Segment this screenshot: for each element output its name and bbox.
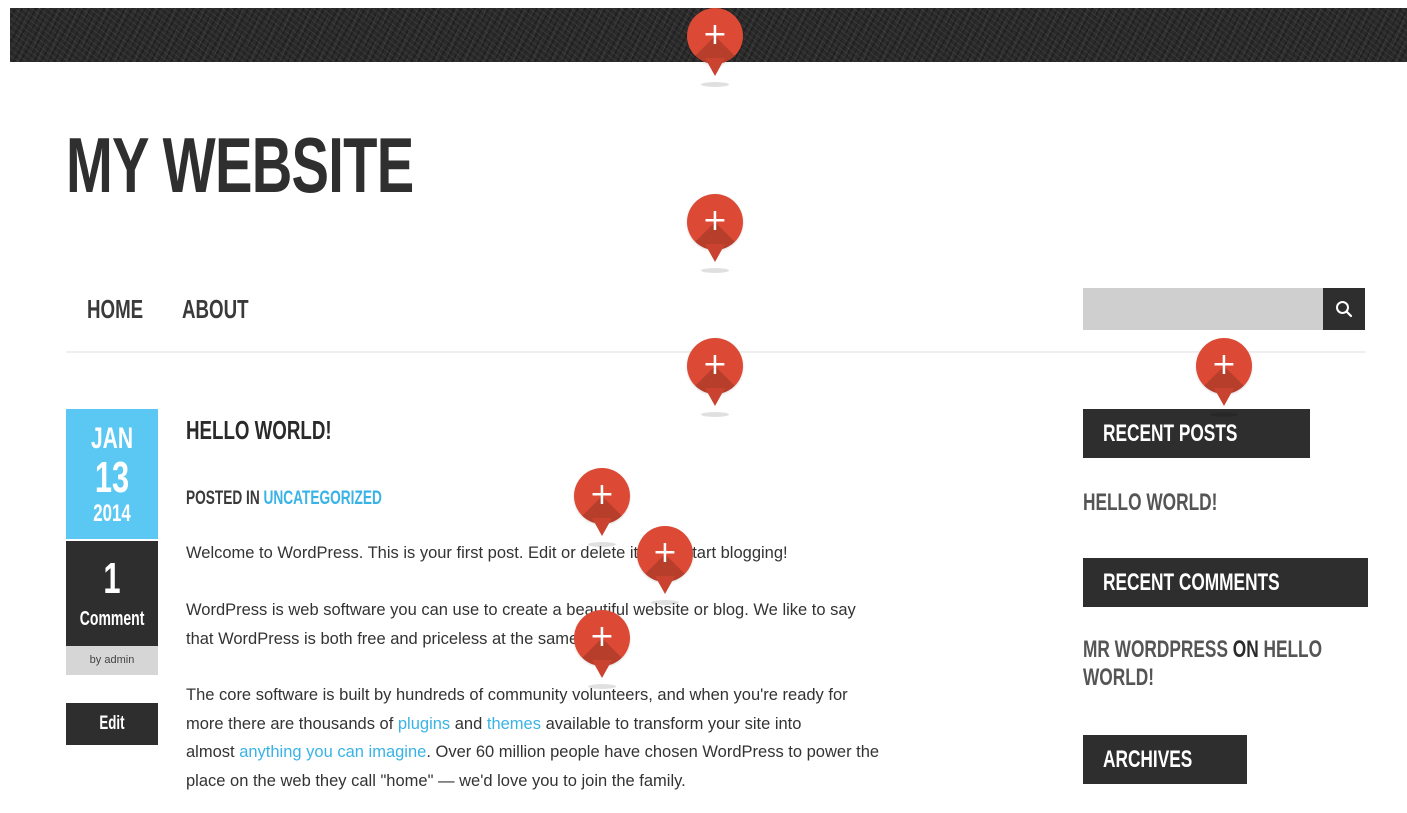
pin-shadow xyxy=(701,82,729,87)
plus-icon: + xyxy=(702,203,728,238)
post-paragraph-2-line-2: that WordPress is both free and priceles… xyxy=(186,629,619,648)
add-pin-button[interactable]: + xyxy=(687,338,743,420)
post-meta-prefix: POSTED IN xyxy=(186,488,260,509)
text-segment: . Over 60 million people have chosen Wor… xyxy=(426,743,880,761)
nav-item-home[interactable]: HOME xyxy=(87,292,155,326)
post-paragraph-2-line-1: WordPress is web software you can use to… xyxy=(186,601,856,619)
widget-title-label: ARCHIVES xyxy=(1103,745,1193,773)
post-date-day: 13 xyxy=(94,453,130,502)
add-pin-button[interactable]: + xyxy=(687,8,743,90)
post-category-link[interactable]: UNCATEGORIZED xyxy=(264,488,382,509)
nav-item-about[interactable]: ABOUT xyxy=(182,292,249,326)
themes-link[interactable]: themes xyxy=(487,715,541,733)
plus-icon: + xyxy=(589,477,615,512)
add-pin-button[interactable]: + xyxy=(1196,338,1252,420)
comment-post-link-continued[interactable]: WORLD! xyxy=(1083,664,1154,692)
recent-post-link[interactable]: HELLO WORLD! xyxy=(1083,489,1217,517)
add-pin-button[interactable]: + xyxy=(637,526,693,608)
search-button[interactable] xyxy=(1323,288,1365,330)
edit-post-label: Edit xyxy=(99,713,125,734)
comment-on-text: ON xyxy=(1227,636,1264,663)
plus-icon: + xyxy=(702,17,728,52)
widget-title-label: RECENT POSTS xyxy=(1103,419,1238,447)
pin-shadow xyxy=(1210,412,1238,417)
text-segment: and xyxy=(450,714,487,733)
comment-author-link[interactable]: MR WORDPRESS xyxy=(1083,636,1228,663)
site-title[interactable]: MY WEBSITE xyxy=(66,118,414,212)
post-title[interactable]: HELLO WORLD! xyxy=(186,414,332,446)
widget-title-archives: ARCHIVES xyxy=(1083,735,1248,784)
pin-shadow xyxy=(588,542,616,547)
main-nav: HOME ABOUT xyxy=(87,292,274,326)
text-segment: available to transform your site into xyxy=(540,714,802,733)
plugins-link[interactable]: plugins xyxy=(398,715,450,733)
anything-you-can-imagine-link[interactable]: anything you can imagine xyxy=(239,743,426,761)
post-date-month: JAN xyxy=(90,422,133,455)
plus-icon: + xyxy=(652,535,678,570)
post-author[interactable]: by admin xyxy=(66,646,158,675)
text-segment: more there are thousands of xyxy=(186,714,398,733)
widget-title-label: RECENT COMMENTS xyxy=(1103,568,1280,596)
post-date-badge: JAN 13 2014 xyxy=(66,409,158,539)
plus-icon: + xyxy=(1211,347,1237,382)
post-meta: POSTED IN UNCATEGORIZED xyxy=(186,487,382,511)
search-input[interactable] xyxy=(1083,288,1323,330)
comment-count-badge[interactable]: 1 Comment xyxy=(66,541,158,646)
post-paragraph-3-line-2: more there are thousands of plugins and … xyxy=(186,710,801,739)
pin-shadow xyxy=(701,268,729,273)
recent-comment-item: MR WORDPRESS ON HELLO xyxy=(1083,636,1322,664)
pin-shadow xyxy=(701,412,729,417)
comment-label: Comment xyxy=(79,608,145,630)
text-segment: almost xyxy=(186,743,240,761)
post-paragraph-3-line-3: almost anything you can imagine. Over 60… xyxy=(186,738,879,767)
post-paragraph-3-line-1: The core software is built by hundreds o… xyxy=(186,686,848,704)
post-paragraph-1: Welcome to WordPress. This is your first… xyxy=(186,544,788,562)
widget-title-recent-comments: RECENT COMMENTS xyxy=(1083,558,1369,607)
comment-count: 1 xyxy=(103,554,121,603)
add-pin-button[interactable]: + xyxy=(574,468,630,550)
plus-icon: + xyxy=(702,347,728,382)
post-date-year: 2014 xyxy=(93,500,131,527)
search-icon xyxy=(1336,301,1353,318)
post-paragraph-3-line-4: place on the web they call "home" — we'd… xyxy=(186,771,686,790)
edit-post-button[interactable]: Edit xyxy=(66,703,158,745)
plus-icon: + xyxy=(589,619,615,654)
add-pin-button[interactable]: + xyxy=(574,610,630,692)
search-form xyxy=(1083,288,1365,330)
add-pin-button[interactable]: + xyxy=(687,194,743,276)
comment-post-link[interactable]: HELLO xyxy=(1263,636,1322,663)
pin-shadow xyxy=(651,600,679,605)
pin-shadow xyxy=(588,684,616,689)
